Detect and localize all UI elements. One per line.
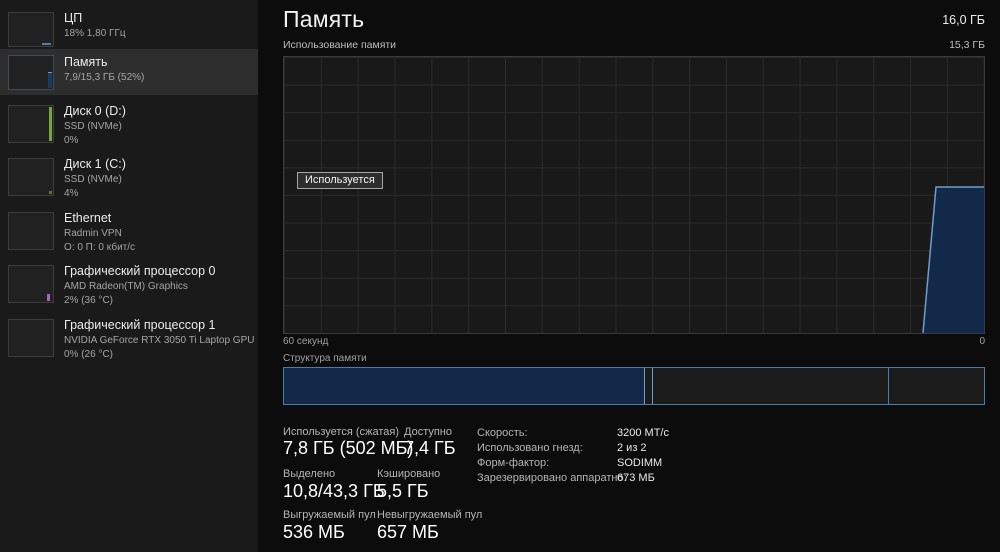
sidebar-item-type: SSD (NVMe) bbox=[64, 121, 122, 132]
gpu1-mini-graph bbox=[8, 319, 54, 357]
memory-composition-label: Структура памяти bbox=[283, 353, 367, 364]
detail-value-speed: 3200 МТ/с bbox=[617, 427, 669, 439]
stat-value-cached: 5,5 ГБ bbox=[377, 481, 429, 501]
gpu0-mini-graph bbox=[8, 265, 54, 303]
composition-segment-in-use bbox=[284, 368, 645, 404]
sidebar-item-stats: 0% bbox=[64, 134, 79, 146]
composition-divider-modified bbox=[652, 368, 654, 404]
memory-mini-graph bbox=[8, 55, 54, 90]
detail-value-hw-reserved: 673 МБ bbox=[617, 472, 655, 484]
sidebar-item-disk0[interactable]: Диск 0 (D:) SSD (NVMe) 0% bbox=[0, 102, 258, 152]
stat-value-committed: 10,8/43,3 ГБ bbox=[283, 481, 385, 501]
sidebar-item-ethernet[interactable]: Ethernet Radmin VPN О: 0 П: 0 кбит/с bbox=[0, 209, 258, 259]
sidebar-item-gpu0[interactable]: Графический процессор 0 AMD Radeon(TM) G… bbox=[0, 262, 258, 314]
sidebar-item-gpu1[interactable]: Графический процессор 1 NVIDIA GeForce R… bbox=[0, 316, 258, 368]
memory-usage-chart[interactable]: Используется bbox=[283, 56, 985, 334]
sidebar-item-stats: 4% bbox=[64, 187, 79, 199]
sidebar-item-title: Диск 0 (D:) bbox=[64, 104, 126, 118]
sidebar-item-title: Графический процессор 0 bbox=[64, 264, 216, 278]
cpu-mini-graph bbox=[8, 12, 54, 47]
detail-label-slots-used: Использовано гнезд: bbox=[477, 442, 583, 454]
detail-label-speed: Скорость: bbox=[477, 427, 528, 439]
sidebar-item-stats: 0% (26 °C) bbox=[64, 348, 114, 360]
disk0-activity-spark bbox=[49, 107, 52, 141]
sidebar-item-type: SSD (NVMe) bbox=[64, 174, 122, 185]
disk0-mini-graph bbox=[8, 105, 54, 143]
sidebar-item-type: Radmin VPN bbox=[64, 228, 122, 239]
memory-detail-pane: Память 16,0 ГБ Использование памяти 15,3… bbox=[258, 0, 1000, 552]
chart-hover-tooltip: Используется bbox=[297, 172, 383, 189]
sidebar-item-stats: 2% (36 °C) bbox=[64, 294, 114, 306]
detail-label-hw-reserved: Зарезервировано аппаратно: bbox=[477, 472, 627, 484]
sidebar-item-memory[interactable]: Память 7,9/15,3 ГБ (52%) bbox=[0, 49, 258, 95]
disk1-activity-spark bbox=[49, 191, 52, 194]
task-manager-performance-page: ЦП 18% 1,80 ГГц Память 7,9/15,3 ГБ (52%)… bbox=[0, 0, 1000, 552]
sidebar-item-stats: 7,9/15,3 ГБ (52%) bbox=[64, 72, 145, 83]
performance-sidebar: ЦП 18% 1,80 ГГц Память 7,9/15,3 ГБ (52%)… bbox=[0, 0, 258, 552]
stat-value-available: 7,4 ГБ bbox=[404, 438, 456, 458]
disk1-mini-graph bbox=[8, 158, 54, 196]
usage-chart-label: Использование памяти bbox=[283, 39, 397, 51]
sidebar-item-title: Диск 1 (C:) bbox=[64, 157, 126, 171]
stat-value-nonpaged-pool: 657 МБ bbox=[377, 522, 439, 542]
composition-divider-standby bbox=[888, 368, 890, 404]
x-axis-right-label: 0 bbox=[979, 336, 985, 347]
ethernet-mini-graph bbox=[8, 212, 54, 250]
stat-label-paged-pool: Выгружаемый пул bbox=[283, 509, 376, 521]
stat-value-in-use: 7,8 ГБ (502 МБ) bbox=[283, 438, 414, 458]
cpu-usage-spark bbox=[42, 38, 51, 45]
detail-value-form-factor: SODIMM bbox=[617, 457, 663, 469]
sidebar-item-disk1[interactable]: Диск 1 (C:) SSD (NVMe) 4% bbox=[0, 155, 258, 205]
detail-value-slots-used: 2 из 2 bbox=[617, 442, 647, 454]
page-title: Память bbox=[283, 6, 365, 32]
stat-label-available: Доступно bbox=[404, 426, 453, 438]
sidebar-item-stats: 18% 1,80 ГГц bbox=[64, 28, 126, 39]
sidebar-item-type: NVIDIA GeForce RTX 3050 Ti Laptop GPU bbox=[64, 335, 255, 346]
stat-label-nonpaged-pool: Невыгружаемый пул bbox=[377, 509, 483, 521]
stat-label-in-use: Используется (сжатая) bbox=[283, 426, 400, 438]
memory-composition-bar[interactable] bbox=[283, 367, 985, 405]
stat-label-cached: Кэшировано bbox=[377, 468, 441, 480]
detail-label-form-factor: Форм-фактор: bbox=[477, 457, 550, 469]
stat-value-paged-pool: 536 МБ bbox=[283, 522, 345, 542]
sidebar-item-title: Ethernet bbox=[64, 211, 112, 225]
sidebar-item-type: AMD Radeon(TM) Graphics bbox=[64, 281, 188, 292]
sidebar-item-title: ЦП bbox=[64, 11, 83, 25]
memory-usage-area-series bbox=[922, 186, 984, 333]
total-memory-value: 16,0 ГБ bbox=[942, 13, 985, 27]
sidebar-item-stats: О: 0 П: 0 кбит/с bbox=[64, 241, 136, 253]
sidebar-item-title: Графический процессор 1 bbox=[64, 318, 216, 332]
gpu0-usage-spark bbox=[47, 294, 50, 301]
stat-label-committed: Выделено bbox=[283, 468, 336, 480]
sidebar-item-cpu[interactable]: ЦП 18% 1,80 ГГц bbox=[0, 9, 258, 51]
memory-usage-spark bbox=[48, 72, 52, 88]
usage-chart-max-label: 15,3 ГБ bbox=[949, 39, 985, 51]
x-axis-left-label: 60 секунд bbox=[283, 336, 329, 347]
sidebar-item-title: Память bbox=[64, 55, 108, 69]
